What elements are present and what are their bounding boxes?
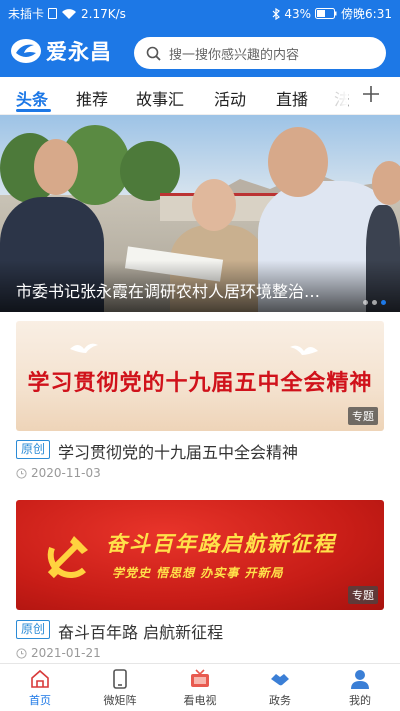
hero-caption[interactable]: 市委书记张永霞在调研农村人居环境整治… (16, 278, 320, 302)
topic-tag: 专题 (348, 407, 378, 425)
dove-icon (70, 343, 98, 353)
original-badge: 原创 (16, 440, 50, 459)
item-date-text: 2021-01-21 (31, 646, 101, 660)
handshake-icon (271, 674, 289, 686)
clock-icon (16, 467, 27, 479)
tv-icon (191, 669, 209, 687)
hero-person-head (268, 127, 328, 197)
user-icon (351, 670, 369, 689)
party-emblem-icon (47, 536, 88, 579)
hero-tree (120, 141, 180, 201)
tab-live[interactable]: 直播 (276, 86, 308, 110)
hero-person-head (192, 179, 236, 231)
sim-icon (48, 8, 58, 19)
nav-home[interactable]: 首页 (10, 668, 70, 708)
item-banner[interactable]: 奋斗百年路启航新征程 学党史 悟思想 办实事 开新局 专题 (16, 500, 384, 610)
clock-icon (16, 647, 27, 659)
item-banner[interactable]: 学习贯彻党的十九届五中全会精神 专题 (16, 321, 384, 431)
topic-tag: 专题 (348, 586, 378, 604)
nav-government[interactable]: 政务 (250, 668, 310, 708)
nav-label: 微矩阵 (103, 694, 137, 707)
carousel-dots (363, 300, 386, 305)
sim-status: 未插卡 (8, 7, 45, 21)
hero-carousel[interactable]: 市委书记张永霞在调研农村人居环境整治… (0, 115, 400, 312)
network-speed: 2.17K/s (81, 6, 126, 21)
add-channel-icon[interactable] (359, 82, 383, 106)
search-placeholder: 搜一搜你感兴趣的内容 (169, 47, 300, 63)
clock: 傍晚6:31 (341, 7, 392, 21)
phone-icon (113, 669, 127, 689)
wifi-icon (61, 8, 77, 20)
bluetooth-icon (272, 7, 281, 20)
search-icon (146, 46, 161, 61)
hero-person-head (372, 161, 400, 205)
tab-recommend[interactable]: 推荐 (76, 86, 108, 110)
banner-subtitle: 学党史 悟思想 办实事 开新局 (112, 566, 284, 580)
bottom-nav: 首页 微矩阵 看电视 政务 我的 (0, 663, 400, 711)
news-item[interactable]: 奋斗百年路启航新征程 学党史 悟思想 办实事 开新局 专题 原创 奋斗百年路 启… (16, 500, 384, 660)
carousel-dot (363, 300, 368, 305)
item-date-text: 2020-11-03 (31, 466, 101, 480)
logo-icon (11, 39, 41, 63)
item-date: 2020-11-03 (16, 466, 101, 480)
item-title[interactable]: 奋斗百年路 启航新征程 (58, 619, 223, 643)
nav-label: 首页 (29, 694, 51, 707)
nav-matrix[interactable]: 微矩阵 (90, 668, 150, 708)
tab-fade (326, 77, 348, 114)
home-icon (31, 669, 49, 688)
original-badge: 原创 (16, 620, 50, 639)
channel-tabs: 头条 推荐 故事汇 活动 直播 法 (0, 77, 400, 115)
news-item[interactable]: 学习贯彻党的十九届五中全会精神 专题 原创 学习贯彻党的十九届五中全会精神 20… (16, 321, 384, 481)
tab-headlines[interactable]: 头条 (16, 86, 48, 110)
nav-label: 我的 (349, 694, 371, 707)
tab-activities[interactable]: 活动 (214, 86, 246, 110)
nav-label: 看电视 (183, 694, 217, 707)
app-name: 爱永昌 (46, 40, 112, 64)
nav-tv[interactable]: 看电视 (170, 668, 230, 708)
carousel-dot (372, 300, 377, 305)
item-date: 2021-01-21 (16, 646, 101, 660)
status-bar: 未插卡 2.17K/s 43% 傍晚6:31 (0, 0, 400, 24)
item-title[interactable]: 学习贯彻党的十九届五中全会精神 (58, 439, 298, 463)
app-header: 爱永昌 搜一搜你感兴趣的内容 (0, 24, 400, 77)
battery-percent: 43% (284, 6, 312, 21)
dove-icon (290, 345, 318, 355)
battery-icon (315, 8, 337, 19)
carousel-dot-active (381, 300, 386, 305)
search-bar[interactable]: 搜一搜你感兴趣的内容 (134, 37, 386, 69)
tab-stories[interactable]: 故事汇 (136, 86, 184, 110)
nav-label: 政务 (269, 694, 291, 707)
hero-person-head (34, 139, 78, 195)
active-tab-indicator (16, 109, 51, 112)
nav-profile[interactable]: 我的 (330, 668, 390, 708)
app-logo[interactable]: 爱永昌 (10, 36, 112, 66)
banner-title: 学习贯彻党的十九届五中全会精神 (27, 371, 373, 396)
banner-title: 奋斗百年路启航新征程 (106, 532, 336, 556)
